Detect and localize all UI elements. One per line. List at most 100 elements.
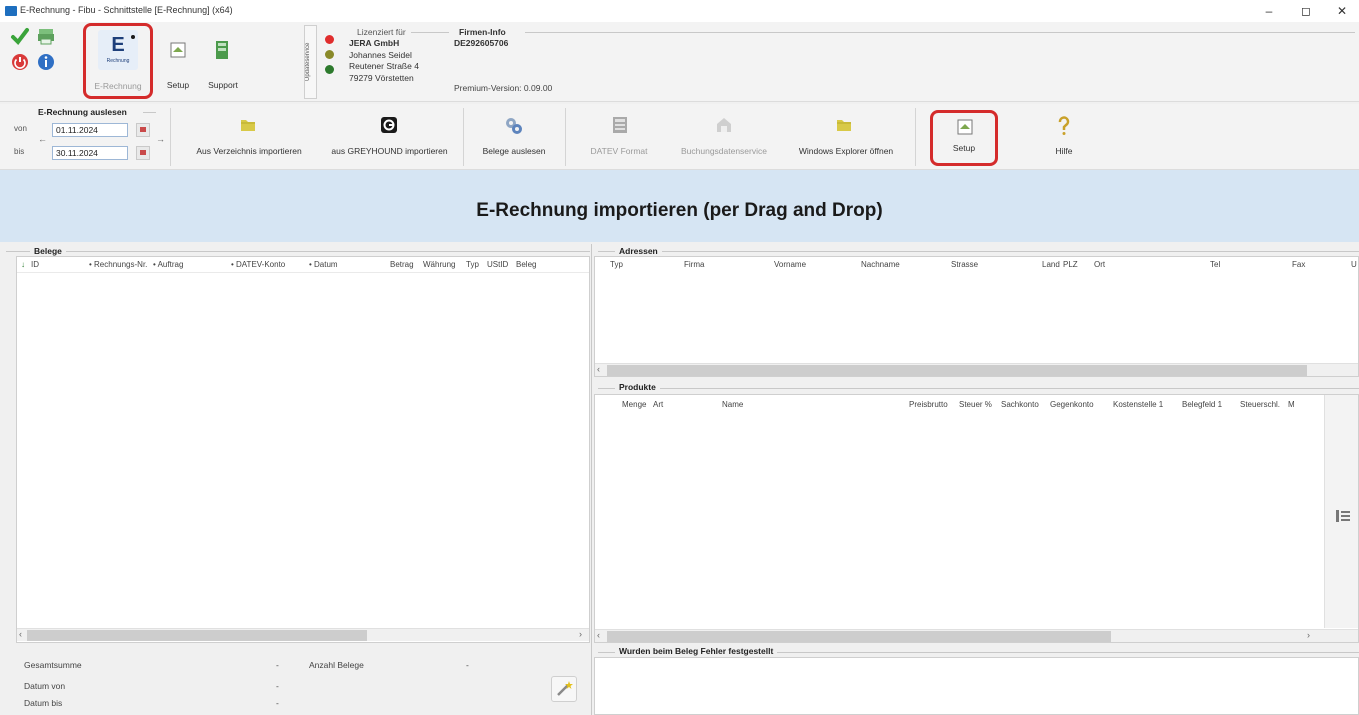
date-prev-arrow-icon[interactable]: ← <box>38 134 47 144</box>
prod-scroll-left-icon[interactable]: ‹ <box>597 630 600 640</box>
premium-version: Premium-Version: 0.09.00 <box>454 83 553 93</box>
col-adr-typ[interactable]: Typ <box>610 260 623 269</box>
date-from-input[interactable]: 01.11.2024 <box>52 123 128 137</box>
erechnung-button[interactable]: E Rechnung E-Rechnung <box>83 23 153 99</box>
col-typ[interactable]: Typ <box>466 260 479 269</box>
col-prod-gegenkonto[interactable]: Gegenkonto <box>1050 400 1094 409</box>
setup-doc-icon <box>957 119 973 137</box>
import-greyhound-button[interactable]: aus GREYHOUND importieren <box>322 146 457 156</box>
hilfe-button[interactable]: Hilfe <box>1040 146 1088 156</box>
license-name: Johannes Seidel <box>349 50 412 60</box>
power-icon[interactable] <box>10 52 30 72</box>
col-betrag[interactable]: Betrag <box>390 260 414 269</box>
maximize-button[interactable]: ◻ <box>1291 3 1321 19</box>
license-company: JERA GmbH <box>349 38 400 48</box>
col-adr-tel[interactable]: Tel <box>1210 260 1220 269</box>
prod-scroll-right-icon[interactable]: › <box>1307 630 1310 640</box>
scroll-left-icon[interactable]: ‹ <box>19 629 22 639</box>
adressen-grid[interactable]: Typ Firma Vorname Nachname Strasse Land … <box>594 256 1359 377</box>
col-beleg[interactable]: Beleg <box>516 260 536 269</box>
date-next-arrow-icon[interactable]: → <box>156 134 165 144</box>
firmeninfo-label: Firmen-Info <box>459 27 506 37</box>
import-directory-button[interactable]: Aus Verzeichnis importieren <box>180 146 318 156</box>
col-ustid[interactable]: UStID <box>487 260 508 269</box>
produkte-grid[interactable]: Menge Art Name Preisbrutto Steuer % Sach… <box>594 394 1359 643</box>
col-adr-land[interactable]: Land <box>1042 260 1060 269</box>
scroll-right-icon[interactable]: › <box>579 629 582 639</box>
col-id[interactable]: ID <box>31 260 39 269</box>
col-prod-menge[interactable]: Menge <box>622 400 646 409</box>
col-prod-steuer[interactable]: Steuer % <box>959 400 992 409</box>
col-prod-name[interactable]: Name <box>722 400 743 409</box>
belege-grid[interactable]: ↓ ID • Rechnungs-Nr. • Auftrag • DATEV-K… <box>16 256 590 643</box>
col-adr-u[interactable]: U <box>1351 260 1357 269</box>
von-label: von <box>14 124 27 133</box>
col-waehrung[interactable]: Währung <box>423 260 455 269</box>
app-icon <box>5 6 17 16</box>
col-prod-sachkonto[interactable]: Sachkonto <box>1001 400 1039 409</box>
folder-icon <box>240 118 256 134</box>
magic-wand-icon <box>557 681 573 696</box>
column-chooser-icon[interactable] <box>1336 509 1350 525</box>
col-prod-kostenstelle[interactable]: Kostenstelle 1 <box>1113 400 1163 409</box>
sort-down-icon[interactable]: ↓ <box>21 260 25 269</box>
col-adr-ort[interactable]: Ort <box>1094 260 1105 269</box>
col-datev-konto[interactable]: • DATEV-Konto <box>231 260 285 269</box>
setup-icon <box>170 42 186 60</box>
setup-ribbon-button[interactable]: Setup <box>160 34 196 94</box>
explorer-folder-icon <box>836 118 852 134</box>
col-prod-art[interactable]: Art <box>653 400 663 409</box>
status-green-icon <box>325 65 334 74</box>
anzahl-belege-label: Anzahl Belege <box>309 660 364 670</box>
erechnung-label: E-Rechnung <box>94 81 142 91</box>
buchungsdaten-icon <box>715 116 733 136</box>
col-prod-steuerschl[interactable]: Steuerschl. <box>1240 400 1280 409</box>
col-adr-plz[interactable]: PLZ <box>1063 260 1078 269</box>
fehler-textbox[interactable] <box>594 657 1359 715</box>
col-adr-fax[interactable]: Fax <box>1292 260 1305 269</box>
col-adr-strasse[interactable]: Strasse <box>951 260 978 269</box>
info-icon[interactable] <box>36 52 56 72</box>
col-adr-firma[interactable]: Firma <box>684 260 704 269</box>
produkte-scroll-thumb[interactable] <box>607 631 1111 642</box>
belege-scroll-thumb[interactable] <box>27 630 367 641</box>
belege-auslesen-button[interactable]: Belege auslesen <box>478 146 550 156</box>
datev-format-button[interactable]: DATEV Format <box>582 146 656 156</box>
produkte-hscrollbar[interactable]: ‹ › <box>595 629 1358 642</box>
belege-hscrollbar[interactable]: ‹ › <box>17 628 589 641</box>
buchungsdatenservice-button[interactable]: Buchungsdatenservice <box>672 146 776 156</box>
support-ribbon-button[interactable]: Support <box>200 34 246 94</box>
magic-wand-button[interactable] <box>551 676 577 702</box>
col-prod-m[interactable]: M <box>1288 400 1295 409</box>
col-adr-vorname[interactable]: Vorname <box>774 260 806 269</box>
anzahl-belege-value: - <box>466 660 469 670</box>
windows-explorer-button[interactable]: Windows Explorer öffnen <box>784 146 908 156</box>
close-button[interactable]: ✕ <box>1327 3 1357 19</box>
print-icon[interactable] <box>36 26 56 46</box>
col-auftrag[interactable]: • Auftrag <box>153 260 183 269</box>
calendar-from-icon[interactable] <box>136 123 150 137</box>
erechnung-icon: E Rechnung <box>98 30 138 70</box>
minimize-button[interactable]: – <box>1254 3 1284 19</box>
import-ribbon: E-Rechnung auslesen von bis ← → 01.11.20… <box>0 104 1359 170</box>
col-datum[interactable]: • Datum <box>309 260 338 269</box>
calendar-to-icon[interactable] <box>136 146 150 160</box>
datev-icon <box>612 116 628 136</box>
setup-button[interactable]: Setup <box>930 110 998 166</box>
col-prod-belegfeld[interactable]: Belegfeld 1 <box>1182 400 1222 409</box>
updateservice-strip: Updateservice <box>304 25 317 99</box>
col-adr-nachname[interactable]: Nachname <box>861 260 900 269</box>
adressen-scroll-thumb[interactable] <box>607 365 1307 376</box>
drop-zone-banner[interactable]: E-Rechnung importieren (per Drag and Dro… <box>0 170 1359 242</box>
belege-header-row: ↓ ID • Rechnungs-Nr. • Auftrag • DATEV-K… <box>17 257 589 273</box>
col-prod-preisbrutto[interactable]: Preisbrutto <box>909 400 948 409</box>
adressen-hscrollbar[interactable]: ‹ <box>595 363 1358 376</box>
adr-scroll-left-icon[interactable]: ‹ <box>597 364 600 374</box>
date-to-input[interactable]: 30.11.2024 <box>52 146 128 160</box>
fehler-title: Wurden beim Beleg Fehler festgestellt <box>615 646 778 656</box>
status-olive-icon <box>325 50 334 59</box>
gears-icon <box>504 116 524 138</box>
col-rechnungs-nr[interactable]: • Rechnungs-Nr. <box>89 260 147 269</box>
main-ribbon: E Rechnung E-Rechnung Setup Support Upda… <box>0 22 1359 102</box>
check-icon[interactable] <box>10 26 30 46</box>
